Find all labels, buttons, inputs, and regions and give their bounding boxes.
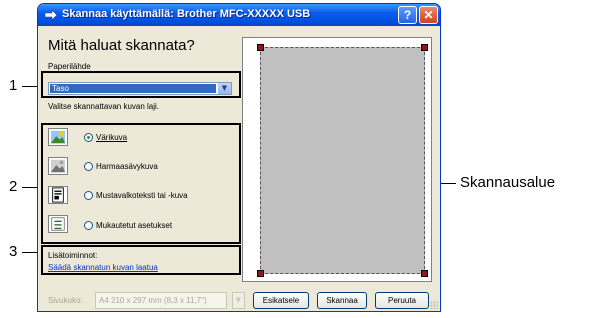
option-color[interactable]: Värikuva: [96, 133, 127, 142]
extras-label: Lisätoiminnot:: [48, 251, 98, 260]
callout-1: 1: [9, 77, 18, 94]
help-button[interactable]: ?: [398, 6, 417, 24]
picture-type-label: Valitse skannattavan kuvan laji.: [48, 102, 160, 111]
title-bar[interactable]: Skannaa käyttämällä: Brother MFC-XXXXX U…: [38, 4, 440, 26]
color-picture-icon[interactable]: [48, 128, 68, 146]
window-title: Skannaa käyttämällä: Brother MFC-XXXXX U…: [62, 8, 310, 20]
handle-top-right[interactable]: [421, 44, 428, 51]
bw-text-picture-icon[interactable]: [48, 186, 68, 204]
grayscale-picture-icon[interactable]: [48, 157, 68, 175]
cancel-button[interactable]: Peruuta: [375, 292, 429, 309]
color-radio[interactable]: [84, 133, 93, 142]
scanner-arrow-icon: [44, 9, 58, 21]
window-title-text: Skannaa käyttämällä: Brother MFC-: [62, 8, 248, 20]
grayscale-radio[interactable]: [84, 162, 93, 171]
handle-bottom-right[interactable]: [421, 270, 428, 277]
paper-source-value: Taso: [50, 84, 216, 93]
bw-radio[interactable]: [84, 191, 93, 200]
page-size-chevron-icon[interactable]: ▼: [232, 292, 245, 309]
option-custom[interactable]: Mukautetut asetukset: [96, 221, 172, 230]
preview-button[interactable]: Esikatsele: [253, 292, 309, 309]
custom-radio[interactable]: [84, 221, 93, 230]
window-title-suffix: USB: [283, 8, 311, 20]
page-title: Mitä haluat skannata?: [48, 37, 195, 54]
scan-dialog-window: Skannaa käyttämällä: Brother MFC-XXXXX U…: [37, 3, 441, 312]
paper-source-label: Paperilähde: [48, 62, 91, 71]
callout-2: 2: [9, 178, 18, 195]
chevron-down-icon[interactable]: ▼: [217, 83, 231, 94]
callout-scan-area: Skannausalue: [460, 174, 556, 191]
page-size-label: Sivukoko:: [48, 296, 83, 305]
option-bw[interactable]: Mustavalkoteksti tai -kuva: [96, 191, 188, 200]
window-title-model: XXXXX: [247, 8, 284, 20]
scan-button[interactable]: Skannaa: [317, 292, 367, 309]
handle-bottom-left[interactable]: [257, 270, 264, 277]
custom-settings-icon[interactable]: [48, 215, 68, 233]
adjust-quality-link[interactable]: Säädä skannatun kuvan laatua: [48, 263, 158, 272]
handle-top-left[interactable]: [257, 44, 264, 51]
callout-3: 3: [9, 243, 18, 260]
paper-source-select[interactable]: Taso ▼: [48, 82, 232, 95]
close-button[interactable]: ✕: [419, 6, 438, 24]
option-grayscale[interactable]: Harmaasävykuva: [96, 162, 158, 171]
scan-area[interactable]: [260, 47, 425, 274]
resize-grip-icon[interactable]: [430, 301, 438, 309]
page-size-select[interactable]: A4 210 x 297 mm (8,3 x 11,7"): [95, 292, 227, 309]
